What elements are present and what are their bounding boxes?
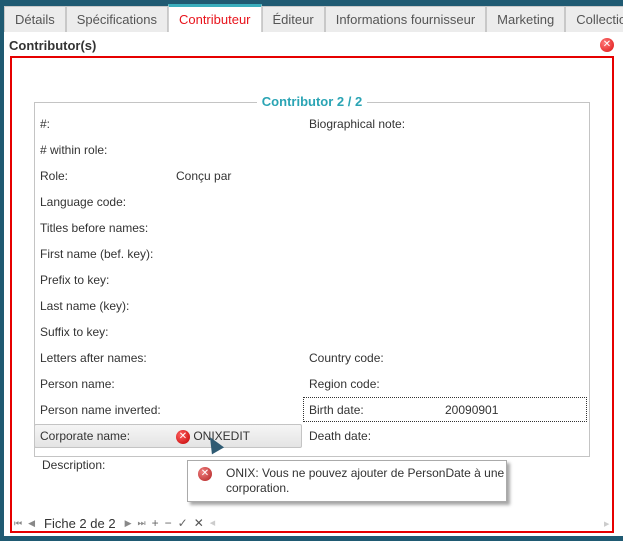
field-region-code[interactable]: Region code: [303,372,585,396]
field-country-code[interactable]: Country code: [303,346,585,370]
close-icon[interactable]: ✕ [600,38,614,52]
first-record-icon[interactable]: ⏮ [14,518,22,529]
section-title: Contributor(s) [9,38,97,53]
field-label: Country code: [309,351,384,365]
field-label: Role: [40,169,69,183]
field-description[interactable]: Description: [36,453,186,477]
field-number-within-role[interactable]: # within role: [34,138,294,162]
field-prefix-to-key[interactable]: Prefix to key: [34,268,294,292]
scroll-right-icon[interactable]: ▶ [604,520,609,528]
field-last-name[interactable]: Last name (key): [34,294,294,318]
field-label: # within role: [40,143,108,157]
field-label: Region code: [309,377,380,391]
field-value: Conçu par [176,169,232,183]
field-role[interactable]: Role: Conçu par [34,164,294,188]
field-language-code[interactable]: Language code: [34,190,294,214]
tab-contributeur[interactable]: Contributeur [167,4,262,32]
field-birth-date[interactable]: Birth date: 20090901 [303,397,587,422]
field-label: #: [40,117,51,131]
tab-collection[interactable]: Collection [565,6,623,32]
field-label: First name (bef. key): [40,247,154,261]
tab-informations-fournisseur[interactable]: Informations fournisseur [324,6,487,32]
field-label: Letters after names: [40,351,147,365]
record-legend: Contributor 2 / 2 [256,94,368,109]
tab-marketing[interactable]: Marketing [486,6,566,32]
field-label: Person name inverted: [40,403,161,417]
field-number[interactable]: #: [34,112,294,136]
tab-details[interactable]: Détails [4,6,66,32]
error-tooltip: ✕ ONIX: Vous ne pouvez ajouter de Person… [187,460,507,502]
field-person-name[interactable]: Person name: [34,372,294,396]
field-label: Prefix to key: [40,273,110,287]
field-label: Titles before names: [40,221,149,235]
main-window: Détails Spécifications Contributeur Édit… [4,4,623,536]
field-label: Description: [42,458,106,472]
field-suffix-to-key[interactable]: Suffix to key: [34,320,294,344]
field-label: Person name: [40,377,115,391]
field-label: Last name (key): [40,299,130,313]
tooltip-message: ONIX: Vous ne pouvez ajouter de PersonDa… [226,466,505,495]
scroll-left-icon[interactable]: ◀ [210,519,215,527]
tab-bar: Détails Spécifications Contributeur Édit… [4,4,623,32]
field-titles-before-names[interactable]: Titles before names: [34,216,294,240]
field-death-date[interactable]: Death date: [303,424,585,448]
next-record-icon[interactable]: ▶ [125,518,132,529]
field-value: 20090901 [445,403,499,417]
field-first-name[interactable]: First name (bef. key): [34,242,294,266]
add-record-icon[interactable]: + [152,516,159,530]
error-icon[interactable]: ✕ [176,429,190,444]
field-biographical-note[interactable]: Biographical note: [303,112,585,136]
tab-specifications[interactable]: Spécifications [65,6,168,32]
field-label: Death date: [309,429,372,443]
field-label: Suffix to key: [40,325,109,339]
cancel-icon[interactable]: ✕ [194,516,204,530]
confirm-icon[interactable]: ✓ [178,516,188,530]
field-label: Language code: [40,195,127,209]
remove-record-icon[interactable]: − [165,516,172,530]
prev-record-icon[interactable]: ◀ [28,518,35,529]
field-value: ONIXEDIT [193,429,251,443]
field-person-name-inverted[interactable]: Person name inverted: [34,398,294,422]
last-record-icon[interactable]: ⏭ [138,518,146,529]
field-label: Birth date: [309,403,364,417]
record-pager: ⏮ ◀ Fiche 2 de 2 ▶ ⏭ + − ✓ ✕ ◀ [14,515,215,531]
field-label: Corporate name: [40,429,131,443]
field-corporate-name[interactable]: Corporate name: ✕ ONIXEDIT [34,424,302,448]
field-letters-after-names[interactable]: Letters after names: [34,346,294,370]
tab-editeur[interactable]: Éditeur [261,6,325,32]
error-icon: ✕ [198,467,212,481]
pager-status: Fiche 2 de 2 [44,515,116,531]
field-label: Biographical note: [309,117,406,131]
